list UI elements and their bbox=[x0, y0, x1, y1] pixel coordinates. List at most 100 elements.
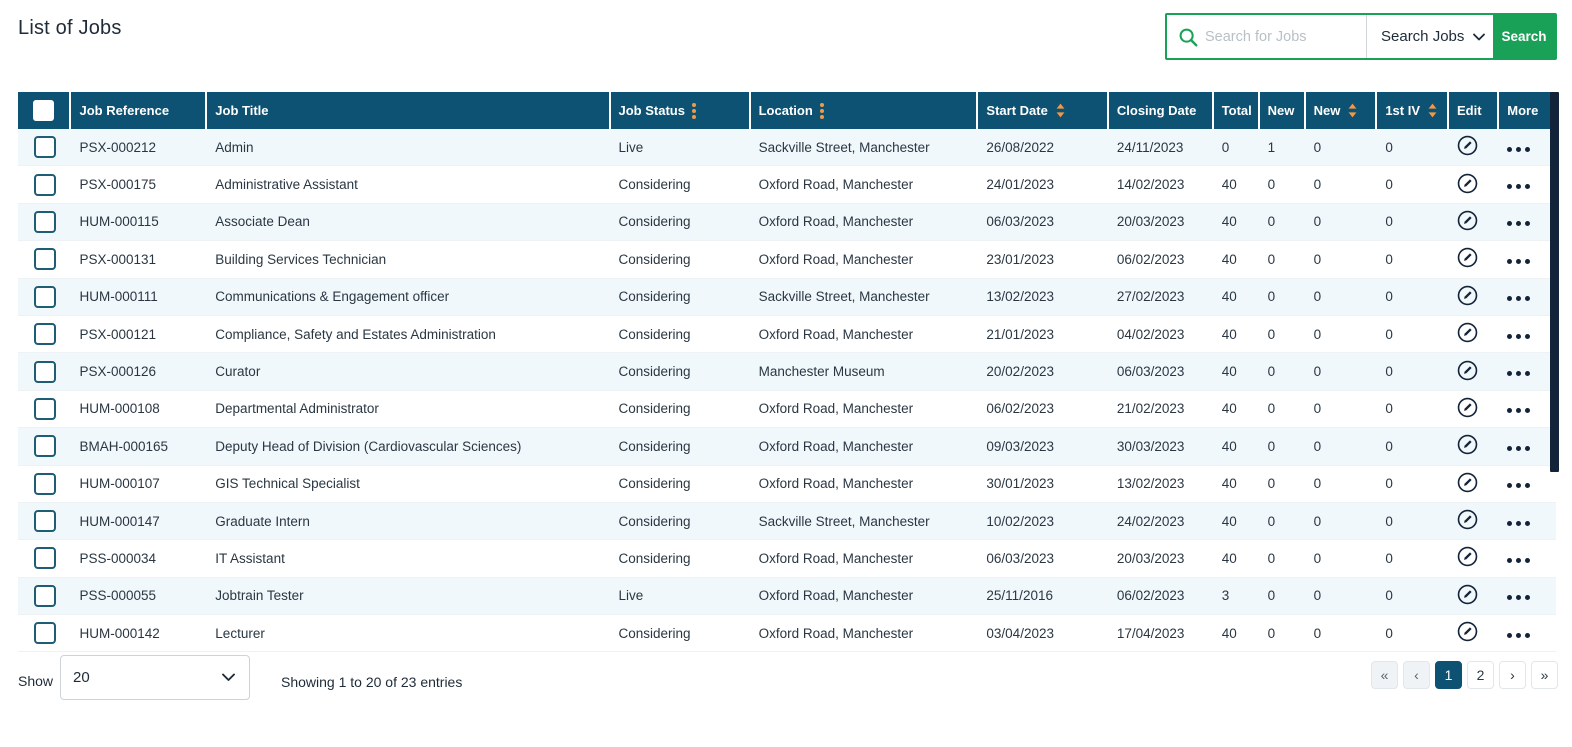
cell-edit bbox=[1448, 502, 1500, 541]
table-row[interactable]: PSX-000212 Admin Live Sackville Street, Man… bbox=[18, 129, 1556, 167]
column-header-total[interactable]: Total bbox=[1213, 92, 1260, 129]
edit-pencil-icon[interactable] bbox=[1457, 472, 1478, 493]
edit-pencil-icon[interactable] bbox=[1457, 322, 1478, 343]
row-checkbox[interactable] bbox=[33, 547, 56, 570]
search-scope-select[interactable]: Search Jobs bbox=[1367, 28, 1493, 45]
row-checkbox[interactable] bbox=[33, 397, 56, 420]
column-header-job-reference[interactable]: Job Reference bbox=[71, 92, 208, 129]
column-header-closing-date[interactable]: Closing Date bbox=[1108, 92, 1214, 129]
cell-location: Oxford Road, Manchester bbox=[750, 316, 979, 354]
table-row[interactable]: HUM-000107 GIS Technical Specialist Consid… bbox=[18, 466, 1556, 503]
row-checkbox[interactable] bbox=[33, 472, 56, 495]
column-label: New bbox=[1267, 103, 1295, 118]
edit-pencil-icon[interactable] bbox=[1457, 546, 1478, 567]
sort-arrows-icon[interactable] bbox=[1427, 103, 1438, 118]
location-filter-icon[interactable] bbox=[819, 102, 824, 119]
row-checkbox[interactable] bbox=[33, 285, 56, 308]
cell-start-date: 03/04/2023 bbox=[978, 615, 1109, 653]
row-select-cell bbox=[18, 391, 72, 429]
pagination-first-button[interactable]: « bbox=[1371, 661, 1398, 689]
cell-new1: 0 bbox=[1259, 278, 1306, 316]
row-checkbox[interactable] bbox=[33, 435, 56, 458]
table-row[interactable]: BMAH-000165 Deputy Head of Division (Card… bbox=[18, 428, 1556, 466]
more-actions-icon[interactable] bbox=[1507, 333, 1531, 339]
column-header-start-date[interactable]: Start Date bbox=[978, 92, 1109, 129]
column-header-new-2[interactable]: New bbox=[1305, 92, 1378, 129]
table-row[interactable]: PSX-000131 Building Services Technician Co… bbox=[18, 241, 1556, 279]
search-button[interactable]: Search bbox=[1493, 15, 1555, 58]
edit-pencil-icon[interactable] bbox=[1457, 434, 1478, 455]
scrollbar-thumb[interactable] bbox=[1550, 92, 1559, 472]
pagination-next-button[interactable]: › bbox=[1499, 661, 1526, 689]
more-actions-icon[interactable] bbox=[1507, 483, 1531, 489]
more-actions-icon[interactable] bbox=[1507, 445, 1531, 451]
page-size-select[interactable]: 20 bbox=[60, 655, 250, 700]
more-actions-icon[interactable] bbox=[1507, 557, 1531, 563]
cell-more bbox=[1499, 129, 1556, 167]
column-header-first-iv[interactable]: 1st IV bbox=[1377, 92, 1449, 129]
edit-pencil-icon[interactable] bbox=[1457, 210, 1478, 231]
row-checkbox[interactable] bbox=[33, 210, 56, 233]
sort-arrows-icon[interactable] bbox=[1055, 103, 1066, 118]
edit-pencil-icon[interactable] bbox=[1457, 621, 1478, 642]
cell-new1: 0 bbox=[1259, 428, 1306, 466]
job-status-filter-icon[interactable] bbox=[691, 102, 696, 119]
row-checkbox[interactable] bbox=[33, 323, 56, 346]
edit-pencil-icon[interactable] bbox=[1457, 509, 1478, 530]
cell-new2: 0 bbox=[1305, 278, 1378, 316]
more-actions-icon[interactable] bbox=[1507, 595, 1531, 601]
more-actions-icon[interactable] bbox=[1507, 184, 1531, 190]
table-vertical-scrollbar[interactable] bbox=[1550, 92, 1559, 653]
edit-pencil-icon[interactable] bbox=[1457, 135, 1478, 156]
select-all-checkbox[interactable] bbox=[33, 100, 55, 121]
table-row[interactable]: HUM-000108 Departmental Administrator Cons… bbox=[18, 391, 1556, 429]
pagination-last-button[interactable]: » bbox=[1531, 661, 1558, 689]
more-actions-icon[interactable] bbox=[1507, 296, 1531, 302]
more-actions-icon[interactable] bbox=[1507, 408, 1531, 414]
more-actions-icon[interactable] bbox=[1507, 258, 1531, 264]
edit-pencil-icon[interactable] bbox=[1457, 360, 1478, 381]
pagination-page-2[interactable]: 2 bbox=[1467, 661, 1494, 689]
table-row[interactable]: PSS-000055 Jobtrain Tester Live Oxford Road… bbox=[18, 577, 1556, 616]
table-row[interactable]: HUM-000115 Associate Dean Considering Oxfor… bbox=[18, 203, 1556, 242]
page-title: List of Jobs bbox=[18, 17, 122, 39]
row-checkbox[interactable] bbox=[33, 584, 56, 607]
sort-arrows-icon[interactable] bbox=[1347, 103, 1358, 118]
table-row[interactable]: HUM-000142 Lecturer Considering Oxford Road… bbox=[18, 615, 1556, 653]
edit-pencil-icon[interactable] bbox=[1457, 285, 1478, 306]
row-checkbox[interactable] bbox=[33, 360, 56, 383]
table-row[interactable]: PSX-000175 Administrative Assistant Consid… bbox=[18, 166, 1556, 204]
column-header-location[interactable]: Location bbox=[750, 92, 979, 129]
column-header-new-1[interactable]: New bbox=[1259, 92, 1306, 129]
search-input[interactable] bbox=[1205, 28, 1366, 45]
cell-edit bbox=[1448, 615, 1500, 653]
cell-job-title: Graduate Intern bbox=[207, 502, 611, 541]
cell-start-date: 21/01/2023 bbox=[978, 316, 1109, 354]
edit-pencil-icon[interactable] bbox=[1457, 173, 1478, 194]
row-checkbox[interactable] bbox=[33, 173, 56, 196]
more-actions-icon[interactable] bbox=[1507, 632, 1531, 638]
more-actions-icon[interactable] bbox=[1507, 520, 1531, 526]
table-row[interactable]: PSX-000121 Compliance, Safety and Estates… bbox=[18, 316, 1556, 354]
table-row[interactable]: PSX-000126 Curator Considering Manchester M… bbox=[18, 353, 1556, 391]
cell-closing-date: 30/03/2023 bbox=[1108, 428, 1214, 466]
row-checkbox[interactable] bbox=[33, 248, 56, 271]
pagination-page-1[interactable]: 1 bbox=[1435, 661, 1462, 689]
table-row[interactable]: HUM-000111 Communications & Engagement of… bbox=[18, 278, 1556, 316]
edit-pencil-icon[interactable] bbox=[1457, 247, 1478, 268]
column-header-job-status[interactable]: Job Status bbox=[610, 92, 751, 129]
more-actions-icon[interactable] bbox=[1507, 146, 1531, 152]
row-checkbox[interactable] bbox=[33, 510, 56, 533]
row-checkbox[interactable] bbox=[33, 136, 56, 159]
more-actions-icon[interactable] bbox=[1507, 221, 1531, 227]
table-row[interactable]: PSS-000034 IT Assistant Considering Oxford … bbox=[18, 540, 1556, 578]
table-row[interactable]: HUM-000147 Graduate Intern Considering Sack… bbox=[18, 502, 1556, 541]
pagination-prev-button[interactable]: ‹ bbox=[1403, 661, 1430, 689]
column-label: Edit bbox=[1456, 103, 1482, 118]
column-header-job-title[interactable]: Job Title bbox=[207, 92, 611, 129]
edit-pencil-icon[interactable] bbox=[1457, 584, 1478, 605]
edit-pencil-icon[interactable] bbox=[1457, 397, 1478, 418]
more-actions-icon[interactable] bbox=[1507, 371, 1531, 377]
row-checkbox[interactable] bbox=[33, 622, 56, 645]
cell-location: Oxford Road, Manchester bbox=[750, 241, 979, 279]
